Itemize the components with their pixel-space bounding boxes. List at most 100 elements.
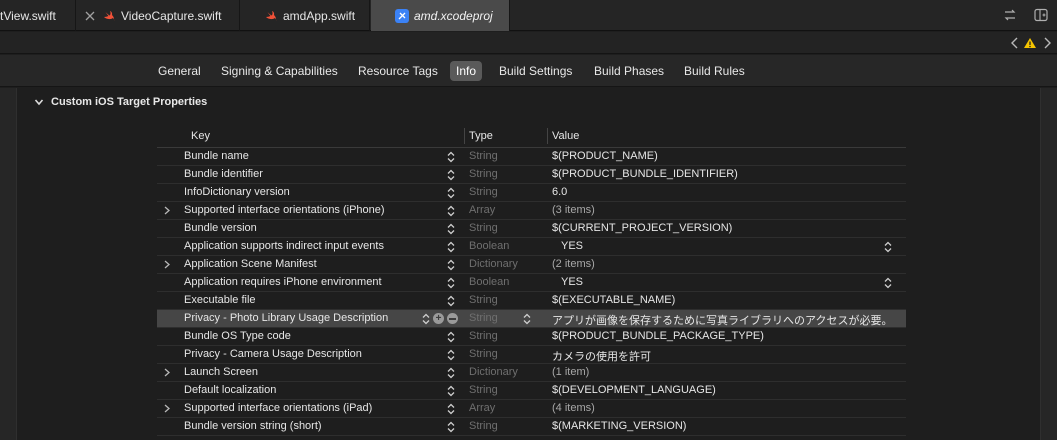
row-key[interactable]: Bundle name xyxy=(184,150,249,162)
close-icon[interactable] xyxy=(83,9,97,23)
key-stepper-icon[interactable] xyxy=(446,241,456,253)
row-key[interactable]: Privacy - Photo Library Usage Descriptio… xyxy=(184,312,388,324)
tab-contentview[interactable]: tView.swift xyxy=(0,0,76,31)
tab-build-rules[interactable]: Build Rules xyxy=(678,61,751,81)
row-key[interactable]: Supported interface orientations (iPad) xyxy=(184,402,372,414)
table-row[interactable]: Application Scene Manifest Dictionary (2 i… xyxy=(157,256,906,274)
row-value[interactable]: 6.0 xyxy=(552,186,567,198)
key-stepper-icon[interactable] xyxy=(446,349,456,361)
row-value[interactable]: カメラの使用を許可 xyxy=(552,348,651,364)
row-type[interactable]: String xyxy=(469,312,498,324)
column-key[interactable]: Key xyxy=(191,130,210,142)
row-key[interactable]: Bundle version xyxy=(184,222,257,234)
tab-info[interactable]: Info xyxy=(450,61,483,81)
tab-resource-tags[interactable]: Resource Tags xyxy=(352,61,444,81)
table-row[interactable]: Supported interface orientations (iPad) A… xyxy=(157,400,906,418)
table-row[interactable]: Launch Screen Dictionary (1 item) xyxy=(157,364,906,382)
table-row[interactable]: Application supports indirect input even… xyxy=(157,238,906,256)
key-stepper-icon[interactable] xyxy=(446,187,456,199)
type-stepper-icon[interactable] xyxy=(522,313,532,325)
key-stepper-icon[interactable] xyxy=(446,385,456,397)
row-key[interactable]: Bundle OS Type code xyxy=(184,330,291,342)
key-stepper-icon[interactable] xyxy=(446,169,456,181)
chevron-left-icon[interactable] xyxy=(1008,35,1022,51)
row-value[interactable]: (1 item) xyxy=(552,366,589,378)
row-key[interactable]: InfoDictionary version xyxy=(184,186,290,198)
row-key[interactable]: Application supports indirect input even… xyxy=(184,240,384,252)
tab-videocapture[interactable]: VideoCapture.swift xyxy=(77,0,240,31)
chevron-right-icon[interactable] xyxy=(1040,35,1054,51)
table-row[interactable]: Executable file String $(EXECUTABLE_NAME) xyxy=(157,292,906,310)
row-value[interactable]: $(PRODUCT_BUNDLE_IDENTIFIER) xyxy=(552,168,738,180)
key-stepper-icon[interactable] xyxy=(446,367,456,379)
row-key[interactable]: Launch Screen xyxy=(184,366,258,378)
key-stepper-icon[interactable] xyxy=(446,205,456,217)
chevron-right-icon[interactable] xyxy=(163,404,171,413)
key-stepper-icon[interactable] xyxy=(446,403,456,415)
row-value[interactable]: (4 items) xyxy=(552,402,595,414)
row-type[interactable]: String xyxy=(469,420,498,432)
chevron-right-icon[interactable] xyxy=(163,206,171,215)
row-type[interactable]: Array xyxy=(469,204,495,216)
add-row-icon[interactable]: + xyxy=(433,313,444,324)
remove-row-icon[interactable] xyxy=(447,313,458,324)
tab-amd-xcodeproj[interactable]: amd.xcodeproj xyxy=(371,0,510,31)
row-key[interactable]: Application requires iPhone environment xyxy=(184,276,382,288)
table-row[interactable]: Default localization String $(DEVELOPMENT_… xyxy=(157,382,906,400)
column-value[interactable]: Value xyxy=(552,130,579,142)
column-divider[interactable] xyxy=(464,128,465,144)
row-type[interactable]: String xyxy=(469,384,498,396)
key-stepper-icon[interactable] xyxy=(446,331,456,343)
row-type[interactable]: Boolean xyxy=(469,240,509,252)
row-key[interactable]: Supported interface orientations (iPhone… xyxy=(184,204,385,216)
row-value[interactable]: $(EXECUTABLE_NAME) xyxy=(552,294,675,306)
row-type[interactable]: Dictionary xyxy=(469,258,518,270)
key-stepper-icon[interactable] xyxy=(446,295,456,307)
row-key[interactable]: Bundle identifier xyxy=(184,168,263,180)
table-row[interactable]: Bundle version string (short) String $(MAR… xyxy=(157,418,906,436)
row-type[interactable]: String xyxy=(469,150,498,162)
tab-general[interactable]: General xyxy=(152,61,207,81)
row-key[interactable]: Application Scene Manifest xyxy=(184,258,317,270)
tab-amdapp[interactable]: amdApp.swift xyxy=(241,0,370,31)
row-value[interactable]: $(PRODUCT_BUNDLE_PACKAGE_TYPE) xyxy=(552,330,764,342)
row-value[interactable]: (2 items) xyxy=(552,258,595,270)
row-key[interactable]: Default localization xyxy=(184,384,276,396)
tab-build-settings[interactable]: Build Settings xyxy=(493,61,578,81)
chevron-right-icon[interactable] xyxy=(163,260,171,269)
row-key[interactable]: Bundle version string (short) xyxy=(184,420,322,432)
row-key[interactable]: Privacy - Camera Usage Description xyxy=(184,348,362,360)
row-value[interactable]: (3 items) xyxy=(552,204,595,216)
column-divider[interactable] xyxy=(547,128,548,144)
row-value[interactable]: YES xyxy=(561,240,583,252)
row-key[interactable]: Executable file xyxy=(184,294,256,306)
row-type[interactable]: String xyxy=(469,330,498,342)
row-value[interactable]: $(PRODUCT_NAME) xyxy=(552,150,658,162)
row-type[interactable]: String xyxy=(469,168,498,180)
table-row[interactable]: Privacy - Photo Library Usage Descriptio… xyxy=(157,310,906,328)
key-stepper-icon[interactable] xyxy=(446,259,456,271)
row-type[interactable]: String xyxy=(469,186,498,198)
row-value[interactable]: $(DEVELOPMENT_LANGUAGE) xyxy=(552,384,716,396)
key-stepper-icon[interactable] xyxy=(446,223,456,235)
key-stepper-icon[interactable] xyxy=(446,151,456,163)
table-row[interactable]: Bundle name String $(PRODUCT_NAME) xyxy=(157,148,906,166)
table-row[interactable]: Bundle version String $(CURRENT_PROJECT_VE… xyxy=(157,220,906,238)
row-type[interactable]: Array xyxy=(469,402,495,414)
row-type[interactable]: String xyxy=(469,348,498,360)
warning-icon[interactable] xyxy=(1023,35,1037,51)
row-value[interactable]: YES xyxy=(561,276,583,288)
row-value[interactable]: $(MARKETING_VERSION) xyxy=(552,420,686,432)
column-type[interactable]: Type xyxy=(469,130,493,142)
swap-arrows-icon[interactable] xyxy=(1002,7,1018,23)
value-stepper-icon[interactable] xyxy=(883,277,893,289)
row-type[interactable]: Boolean xyxy=(469,276,509,288)
key-stepper-icon[interactable] xyxy=(446,277,456,289)
row-value[interactable]: アプリが画像を保存するために写真ライブラリへのアクセスが必要。 xyxy=(552,312,892,328)
tab-build-phases[interactable]: Build Phases xyxy=(588,61,670,81)
table-row[interactable]: Bundle identifier String $(PRODUCT_BUNDLE_… xyxy=(157,166,906,184)
table-row[interactable]: Privacy - Camera Usage Description String… xyxy=(157,346,906,364)
row-type[interactable]: String xyxy=(469,222,498,234)
section-header[interactable]: Custom iOS Target Properties xyxy=(34,96,207,108)
chevron-down-icon[interactable] xyxy=(34,97,44,107)
